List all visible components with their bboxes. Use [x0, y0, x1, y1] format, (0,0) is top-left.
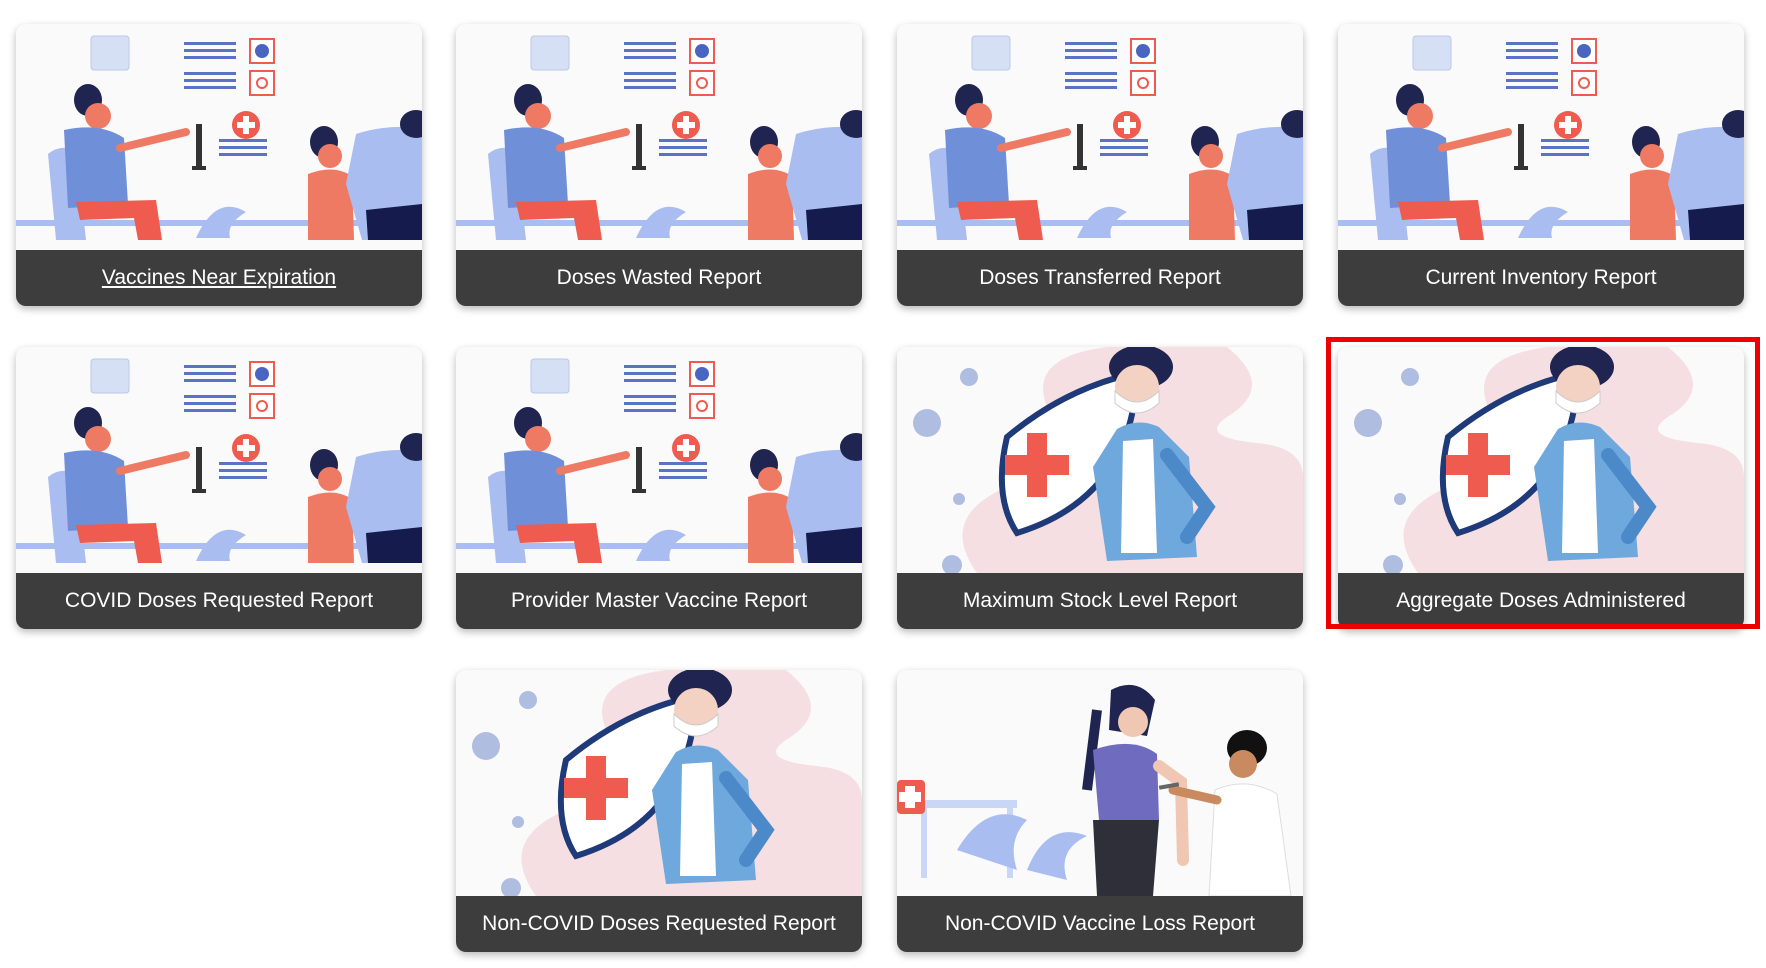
report-card-label: Current Inventory Report: [1338, 250, 1744, 306]
report-card-doses-wasted-report[interactable]: Doses Wasted Report: [456, 24, 862, 306]
report-card-non-covid-doses-requested-report[interactable]: Non-COVID Doses Requested Report: [456, 670, 862, 952]
clinic-vaccination-illustration: [456, 24, 862, 250]
report-card-vaccines-near-expiration[interactable]: Vaccines Near Expiration: [16, 24, 422, 306]
clinic-vaccination-illustration: [897, 24, 1303, 250]
report-card-maximum-stock-level-report[interactable]: Maximum Stock Level Report: [897, 347, 1303, 629]
masked-doctor-shield-illustration: [456, 670, 862, 896]
clinic-vaccination-illustration: [456, 347, 862, 573]
report-card-covid-doses-requested-report[interactable]: COVID Doses Requested Report: [16, 347, 422, 629]
report-card-label: COVID Doses Requested Report: [16, 573, 422, 629]
masked-doctor-shield-illustration: [1338, 347, 1744, 573]
report-card-doses-transferred-report[interactable]: Doses Transferred Report: [897, 24, 1303, 306]
report-card-current-inventory-report[interactable]: Current Inventory Report: [1338, 24, 1744, 306]
clinic-vaccination-illustration: [1338, 24, 1744, 250]
report-card-label: Non-COVID Doses Requested Report: [456, 896, 862, 952]
report-card-label: Aggregate Doses Administered: [1338, 573, 1744, 629]
masked-doctor-shield-illustration: [897, 347, 1303, 573]
report-card-label: Non-COVID Vaccine Loss Report: [897, 896, 1303, 952]
report-card-non-covid-vaccine-loss-report[interactable]: Non-COVID Vaccine Loss Report: [897, 670, 1303, 952]
report-card-label: Maximum Stock Level Report: [897, 573, 1303, 629]
report-card-label: Doses Transferred Report: [897, 250, 1303, 306]
report-card-label: Doses Wasted Report: [456, 250, 862, 306]
clinic-vaccination-illustration: [16, 347, 422, 573]
injection-illustration: [897, 670, 1303, 896]
report-card-label: Provider Master Vaccine Report: [456, 573, 862, 629]
report-card-aggregate-doses-administered[interactable]: Aggregate Doses Administered: [1338, 347, 1744, 629]
clinic-vaccination-illustration: [16, 24, 422, 250]
report-card-label[interactable]: Vaccines Near Expiration: [16, 250, 422, 306]
report-card-provider-master-vaccine-report[interactable]: Provider Master Vaccine Report: [456, 347, 862, 629]
